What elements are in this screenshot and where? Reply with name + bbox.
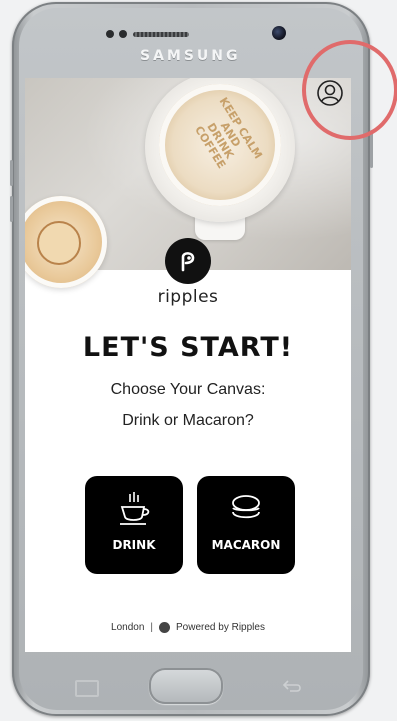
ripples-mini-logo-icon [159, 622, 171, 633]
device-brand: SAMSUNG [140, 48, 241, 64]
volume-up-button[interactable] [10, 160, 13, 186]
subtitle-line-2: Drink or Macaron? [122, 412, 254, 429]
macaron-button[interactable]: MACARON [197, 476, 295, 574]
earpiece-speaker [133, 32, 189, 37]
powered-by-link[interactable]: Powered by Ripples [176, 622, 265, 633]
subtitle-line-1: Choose Your Canvas: [110, 381, 266, 398]
footer: London | Powered by Ripples [25, 622, 351, 633]
location-text: London [111, 622, 145, 633]
back-key-icon[interactable] [280, 676, 304, 694]
drink-label: DRINK [112, 538, 156, 552]
front-camera [272, 26, 286, 40]
home-button[interactable] [149, 668, 223, 704]
macaron-icon [232, 495, 260, 519]
power-button[interactable] [370, 130, 373, 168]
coffee-cup-icon [120, 492, 150, 525]
user-profile-icon [317, 80, 343, 106]
macaron-label: MACARON [211, 538, 281, 552]
drink-button[interactable]: DRINK [85, 476, 183, 574]
page-title: LET'S START! [82, 332, 294, 363]
app-screen: KEEP CALM AND DRINK COFFEE ripples LET'S… [25, 78, 351, 652]
footer-separator: | [150, 622, 154, 633]
front-sensors [106, 30, 127, 38]
recent-apps-key[interactable] [75, 680, 99, 697]
ripples-logo [165, 238, 211, 284]
latte-art-sun [37, 221, 81, 265]
logo-wordmark: ripples [157, 287, 219, 307]
volume-down-button[interactable] [10, 196, 13, 222]
ripples-logo-icon [181, 252, 195, 272]
profile-button[interactable] [315, 78, 345, 108]
